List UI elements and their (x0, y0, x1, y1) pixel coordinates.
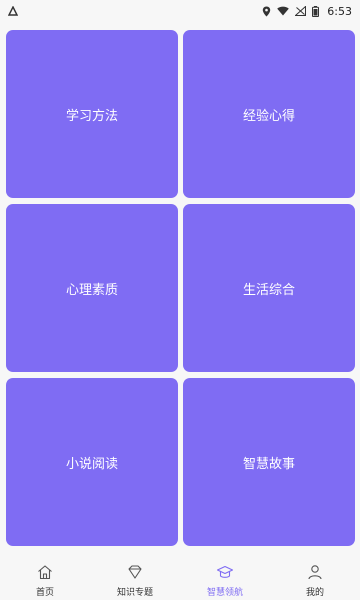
home-icon (36, 563, 54, 584)
nav-home[interactable]: 首页 (0, 560, 90, 600)
tile-label: 智慧故事 (242, 456, 295, 472)
battery-icon (312, 5, 320, 17)
tile-novel-reading[interactable]: 小说阅读 (6, 378, 178, 546)
nav-topics[interactable]: 知识专题 (90, 560, 180, 600)
nav-label: 智慧领航 (206, 587, 243, 598)
nav-label: 知识专题 (116, 587, 153, 598)
wifi-icon (277, 6, 290, 16)
tile-wisdom-stories[interactable]: 智慧故事 (183, 378, 355, 546)
tile-label: 生活综合 (242, 282, 295, 298)
category-grid: 学习方法 经验心得 心理素质 生活综合 小说阅读 智慧故事 (6, 30, 355, 547)
tile-label: 学习方法 (65, 108, 118, 124)
tile-study-methods[interactable]: 学习方法 (6, 30, 178, 198)
app-notification-icon (8, 6, 18, 16)
status-time: 6:53 (327, 4, 352, 18)
status-left (8, 6, 18, 16)
graduation-cap-icon (216, 563, 234, 584)
tile-psychology[interactable]: 心理素质 (6, 204, 178, 372)
signal-icon (295, 6, 307, 16)
tile-life[interactable]: 生活综合 (183, 204, 355, 372)
location-icon (262, 6, 271, 17)
screen: 6:53 学习方法 经验心得 心理素质 生活综合 小说阅读 智慧故事 首页 知识… (0, 0, 360, 600)
user-icon (306, 563, 324, 584)
tile-label: 心理素质 (65, 282, 118, 298)
tile-experience[interactable]: 经验心得 (183, 30, 355, 198)
nav-label: 我的 (305, 587, 324, 598)
bottom-nav: 首页 知识专题 智慧领航 我的 (0, 560, 360, 600)
nav-label: 首页 (35, 587, 54, 598)
diamond-icon (126, 563, 144, 584)
status-right: 6:53 (262, 5, 352, 18)
tile-label: 经验心得 (242, 108, 295, 124)
nav-wisdom[interactable]: 智慧领航 (180, 560, 270, 600)
tile-label: 小说阅读 (65, 456, 118, 472)
nav-profile[interactable]: 我的 (270, 560, 360, 600)
status-bar: 6:53 (0, 0, 360, 22)
